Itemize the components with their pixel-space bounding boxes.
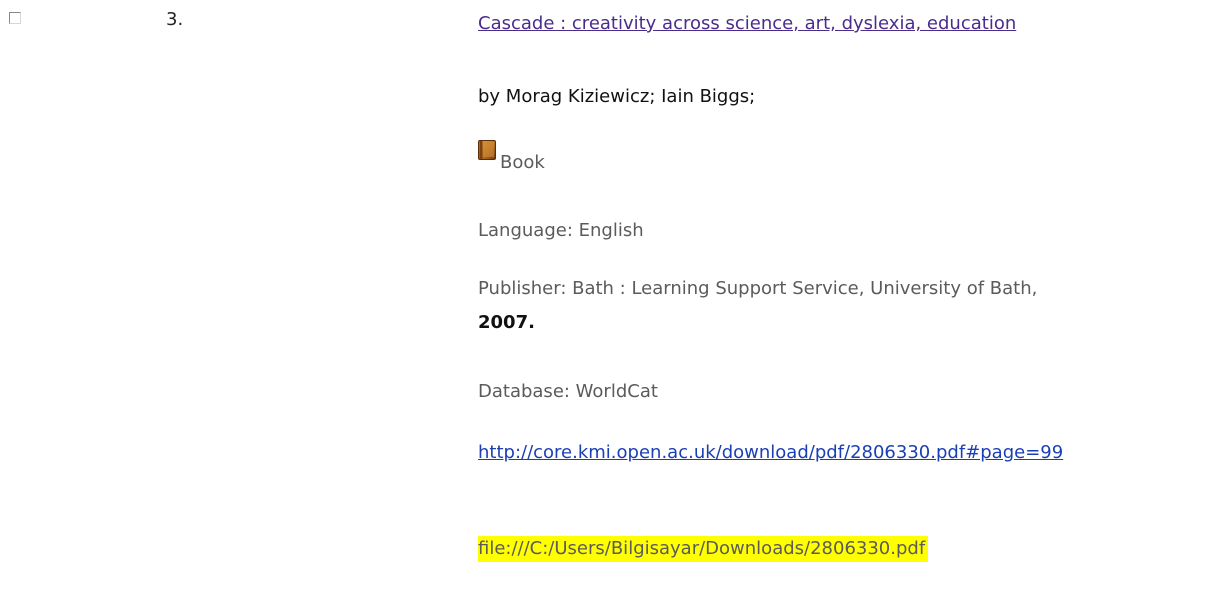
result-index: 3. xyxy=(166,9,184,30)
result-title-link[interactable]: Cascade : creativity across science, art… xyxy=(478,12,1016,36)
result-language: Language: English xyxy=(478,220,644,241)
search-result-page: 3. Cascade : creativity across science, … xyxy=(0,0,1220,601)
book-icon xyxy=(478,140,496,160)
result-database: Database: WorldCat xyxy=(478,381,658,402)
select-result-checkbox[interactable] xyxy=(9,12,21,24)
result-publisher: Publisher: Bath : Learning Support Servi… xyxy=(478,278,1038,299)
highlighted-file-path: file:///C:/Users/Bilgisayar/Downloads/28… xyxy=(478,536,929,562)
result-authors: by Morag Kiziewicz; Iain Biggs; xyxy=(478,86,756,107)
format-label: Book xyxy=(500,152,545,173)
result-year: 2007. xyxy=(478,312,535,333)
result-url-link[interactable]: http://core.kmi.open.ac.uk/download/pdf/… xyxy=(478,437,1193,469)
